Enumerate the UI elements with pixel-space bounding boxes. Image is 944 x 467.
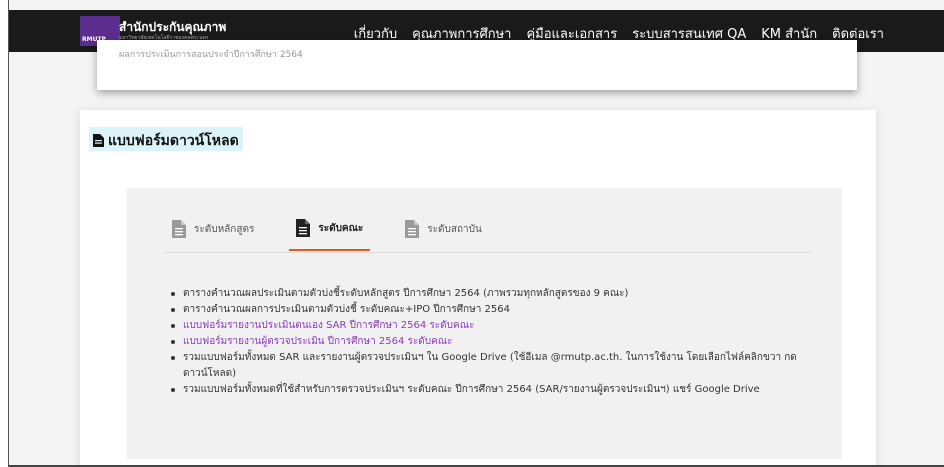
list-item-link[interactable]: แบบฟอร์มรายงานประเมินตนเอง SAR ปีการศึกษ… bbox=[170, 318, 820, 334]
section-title-text: แบบฟอร์มดาวน์โหลด bbox=[108, 132, 239, 149]
list-item-link[interactable]: แบบฟอร์มรายงานผู้ตรวจประเมิน ปีการศึกษา … bbox=[170, 334, 820, 350]
tab-label: ระดับหลักสูตร bbox=[194, 223, 255, 235]
tab-faculty-level[interactable]: ระดับคณะ bbox=[289, 207, 371, 251]
list-item[interactable]: รวมแบบฟอร์มทั้งหมดที่ใช้สำหรับการตรวจประ… bbox=[170, 382, 820, 398]
tab-institution-level[interactable]: ระดับสถาบัน bbox=[398, 207, 489, 251]
tab-curriculum-level[interactable]: ระดับหลักสูตร bbox=[165, 207, 261, 251]
upper-card: ผลการประเมินการสอนประจำปีการศึกษา 2564 bbox=[97, 40, 857, 90]
list-item[interactable]: ตารางคำนวณผลการประเมินตามตัวบ่งชี้ ระดับ… bbox=[170, 302, 820, 318]
document-icon bbox=[296, 219, 311, 237]
tab-divider bbox=[165, 252, 812, 253]
list-item[interactable]: รวมแบบฟอร์มทั้งหมด SAR และรายงานผู้ตรวจป… bbox=[170, 350, 820, 382]
document-icon bbox=[405, 220, 420, 238]
download-list: ตารางคำนวณผลประเมินตามตัวบ่งชี้ระดับหลัก… bbox=[170, 286, 820, 398]
list-item[interactable]: ตารางคำนวณผลประเมินตามตัวบ่งชี้ระดับหลัก… bbox=[170, 286, 820, 302]
download-card: แบบฟอร์มดาวน์โหลด ระดับหลักสูตร ระดับคณะ… bbox=[80, 110, 876, 465]
tab-label: ระดับสถาบัน bbox=[427, 223, 482, 235]
tab-label: ระดับคณะ bbox=[318, 222, 364, 234]
tab-bar: ระดับหลักสูตร ระดับคณะ ระดับสถาบัน bbox=[165, 207, 517, 251]
upper-card-text[interactable]: ผลการประเมินการสอนประจำปีการศึกษา 2564 bbox=[119, 47, 303, 61]
tab-panel: ระดับหลักสูตร ระดับคณะ ระดับสถาบัน ตาราง… bbox=[127, 188, 842, 459]
document-icon bbox=[172, 220, 186, 238]
section-title: แบบฟอร์มดาวน์โหลด bbox=[89, 127, 243, 151]
document-icon bbox=[93, 134, 104, 147]
page-viewport: RMUTP สำนักประกันคุณภาพ มหาวิทยาลัยเทคโน… bbox=[9, 0, 944, 465]
